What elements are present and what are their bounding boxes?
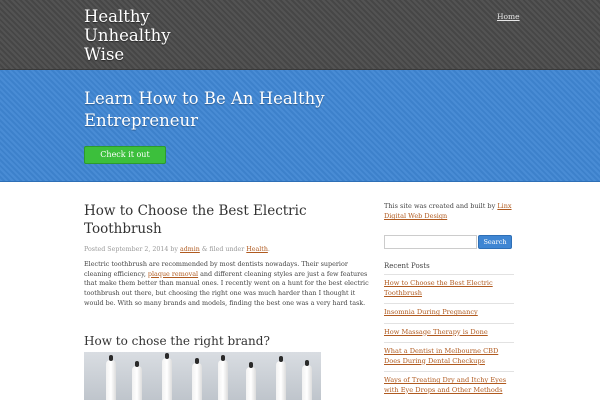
recent-post-link[interactable]: How to Choose the Best Electric Toothbru… (384, 279, 493, 297)
site-title-line-3[interactable]: Wise (84, 45, 194, 64)
recent-post-link[interactable]: How Massage Therapy is Done (384, 328, 488, 336)
nav-home-link[interactable]: Home (497, 12, 520, 21)
site-title[interactable]: Healthy Unhealthy Wise (84, 7, 194, 64)
toothbrush-shape (106, 355, 116, 400)
post-meta-suffix: . (267, 246, 270, 253)
site-title-line-2[interactable]: Unhealthy (84, 26, 194, 45)
toothbrush-shape (192, 358, 202, 400)
post-meta-posted: Posted September 2, 2014 by (84, 246, 180, 253)
post-subheading: How to chose the right brand? (84, 334, 270, 348)
post-body: Electric toothbrush are recommended by m… (84, 260, 370, 309)
post-author-link[interactable]: admin (180, 246, 200, 253)
toothbrush-shape (132, 361, 142, 400)
credit-text: This site was created and built by (384, 202, 498, 210)
banner-title: Learn How to Be An Healthy Entrepreneur (84, 89, 325, 130)
list-item: Insomnia During Pregnancy (384, 303, 514, 323)
post-title[interactable]: How to Choose the Best Electric Toothbru… (84, 202, 344, 238)
site-header: Healthy Unhealthy Wise Home (0, 0, 600, 70)
sidebar-credit: This site was created and built by Linx … (384, 201, 514, 221)
check-it-out-button[interactable]: Check it out (84, 146, 166, 164)
toothbrush-image (84, 352, 321, 400)
toothbrush-shape (246, 362, 256, 400)
toothbrush-shape (162, 353, 172, 400)
toothbrush-shape (302, 360, 312, 400)
plaque-removal-link[interactable]: plaque removal (148, 270, 198, 278)
toothbrush-shape (276, 356, 286, 400)
search-button[interactable]: Search (478, 235, 512, 249)
post-meta-filed: & filed under (199, 246, 247, 253)
list-item: What a Dentist in Melbourne CBD Does Dur… (384, 342, 514, 371)
recent-post-link[interactable]: What a Dentist in Melbourne CBD Does Dur… (384, 347, 498, 365)
recent-post-link[interactable]: Ways of Treating Dry and Itchy Eyes with… (384, 376, 506, 394)
search-input[interactable] (384, 235, 477, 249)
hero-banner: Learn How to Be An Healthy Entrepreneur … (0, 70, 600, 182)
list-item: Ways of Treating Dry and Itchy Eyes with… (384, 371, 514, 400)
post-category-link[interactable]: Health (246, 246, 268, 253)
toothbrush-shape (218, 355, 228, 400)
list-item: How to Choose the Best Electric Toothbru… (384, 274, 514, 303)
list-item: How Massage Therapy is Done (384, 322, 514, 343)
recent-posts-list: How to Choose the Best Electric Toothbru… (384, 274, 514, 400)
site-title-line-1[interactable]: Healthy (84, 7, 194, 26)
recent-post-link[interactable]: Insomnia During Pregnancy (384, 308, 478, 316)
post-meta: Posted September 2, 2014 by admin & file… (84, 246, 364, 253)
recent-posts-heading: Recent Posts (384, 262, 430, 270)
